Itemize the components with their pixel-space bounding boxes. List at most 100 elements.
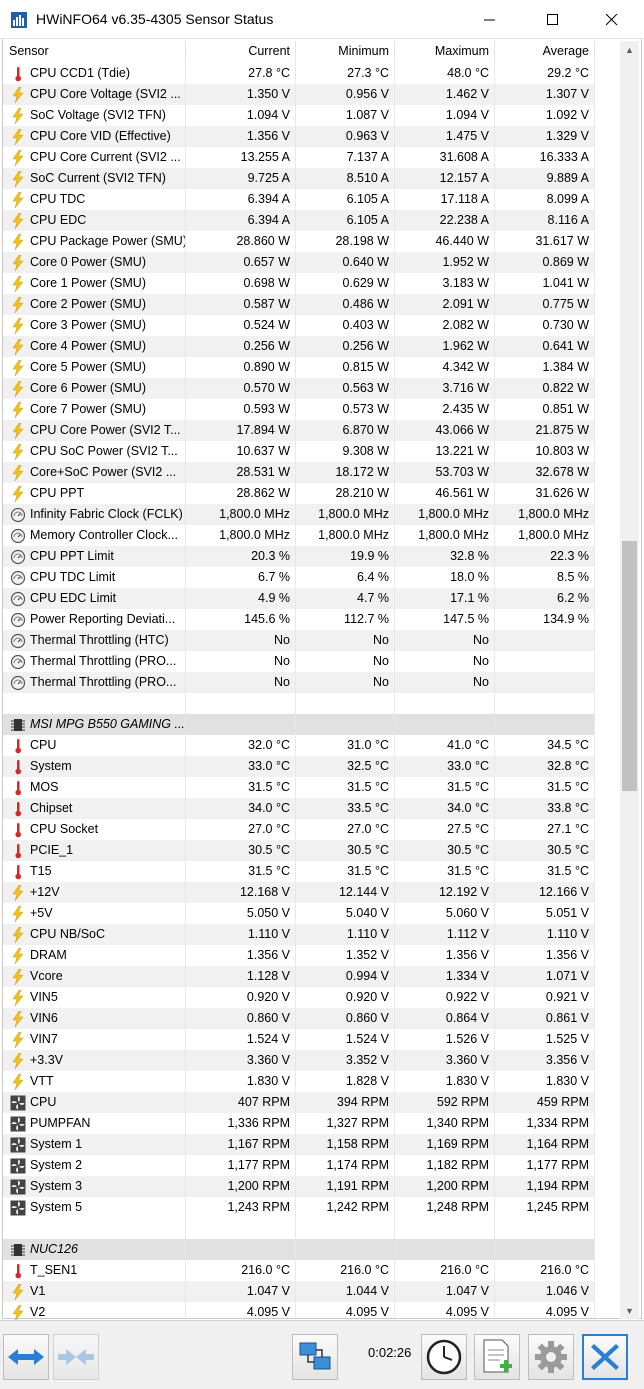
sensor-row[interactable]: PUMPFAN 1,336 RPM 1,327 RPM 1,340 RPM 1,334 … <box>3 1113 595 1134</box>
sensor-row[interactable]: CPU Core Current (SVI2 ... 13.255 A 7.137 … <box>3 147 595 168</box>
sensor-row[interactable]: T15 31.5 °C 31.5 °C 31.5 °C 31.5 °C <box>3 861 595 882</box>
sensor-name: CPU PPT Limit <box>3 546 186 567</box>
reset-timer-button[interactable] <box>421 1334 467 1380</box>
sensor-row[interactable]: Core 0 Power (SMU) 0.657 W 0.640 W 1.952 W0… <box>3 252 595 273</box>
close-button[interactable] <box>589 0 635 39</box>
column-header-sensor[interactable]: Sensor <box>3 41 186 62</box>
sensor-row[interactable]: System 1 1,167 RPM 1,158 RPM 1,169 RPM 1,164… <box>3 1134 595 1155</box>
sensor-row[interactable]: Chipset 34.0 °C 33.5 °C 34.0 °C 33.8 °C <box>3 798 595 819</box>
sensor-row[interactable]: +5V 5.050 V 5.040 V 5.060 V 5.051 V <box>3 903 595 924</box>
minimum-value: 0.573 W <box>296 399 395 420</box>
sensor-row[interactable]: Thermal Throttling (PRO... No No No <box>3 651 595 672</box>
sensor-row[interactable]: V1 1.047 V 1.044 V 1.047 V 1.046 V <box>3 1281 595 1302</box>
average-value: 1.307 V <box>495 84 595 105</box>
maximum-value: 1.462 V <box>395 84 495 105</box>
sensor-row[interactable]: SoC Current (SVI2 TFN) 9.725 A 8.510 A 12.1… <box>3 168 595 189</box>
sensor-row[interactable]: CPU Core Voltage (SVI2 ... 1.350 V 0.956 V… <box>3 84 595 105</box>
sensor-row[interactable]: CPU Socket 27.0 °C 27.0 °C 27.5 °C 27.1 °C <box>3 819 595 840</box>
scrollbar-thumb[interactable] <box>622 541 637 791</box>
sensor-label: VTT <box>30 1074 54 1088</box>
settings-button[interactable] <box>528 1334 574 1380</box>
sensor-row[interactable]: PCIE_1 30.5 °C 30.5 °C 30.5 °C 30.5 °C <box>3 840 595 861</box>
sensor-row[interactable]: Core 5 Power (SMU) 0.890 W 0.815 W 4.342 W1… <box>3 357 595 378</box>
sensor-row[interactable]: Core+SoC Power (SVI2 ... 28.531 W 18.172 W… <box>3 462 595 483</box>
sensor-row[interactable]: Vcore 1.128 V 0.994 V 1.334 V 1.071 V <box>3 966 595 987</box>
sensor-row[interactable]: DRAM 1.356 V 1.352 V 1.356 V 1.356 V <box>3 945 595 966</box>
current-value: 17.894 W <box>186 420 296 441</box>
sensor-row[interactable]: Thermal Throttling (PRO... No No No <box>3 672 595 693</box>
sensor-row[interactable]: Memory Controller Clock... 1,800.0 MHz 1,8… <box>3 525 595 546</box>
vertical-scrollbar[interactable]: ▲ ▼ <box>620 41 639 1319</box>
minimum-value: 31.5 °C <box>296 777 395 798</box>
sensor-row[interactable]: CPU Core Power (SVI2 T... 17.894 W 6.870 W… <box>3 420 595 441</box>
sensor-row[interactable]: T_SEN1 216.0 °C 216.0 °C 216.0 °C 216.0 °C <box>3 1260 595 1281</box>
fan-icon <box>10 1179 26 1195</box>
sensor-row[interactable]: VIN7 1.524 V 1.524 V 1.526 V 1.525 V <box>3 1029 595 1050</box>
maximum-value: 17.1 % <box>395 588 495 609</box>
gauge-clock-icon <box>10 654 26 670</box>
column-header-average[interactable]: Average <box>495 41 595 62</box>
sensor-label: Core 4 Power (SMU) <box>30 339 146 353</box>
minimum-value: 112.7 % <box>296 609 395 630</box>
sensor-row[interactable]: CPU EDC 6.394 A 6.105 A 22.238 A 8.116 A <box>3 210 595 231</box>
sensor-row[interactable]: Core 2 Power (SMU) 0.587 W 0.486 W 2.091 W0… <box>3 294 595 315</box>
minimize-button[interactable] <box>467 0 513 39</box>
sensor-row[interactable]: +3.3V 3.360 V 3.352 V 3.360 V 3.356 V <box>3 1050 595 1071</box>
sensor-row[interactable]: CPU 32.0 °C 31.0 °C 41.0 °C 34.5 °C <box>3 735 595 756</box>
average-value: 1.525 V <box>495 1029 595 1050</box>
average-value: 1,800.0 MHz <box>495 504 595 525</box>
sensor-row[interactable]: CPU SoC Power (SVI2 T... 10.637 W 9.308 W1… <box>3 441 595 462</box>
sensor-row[interactable]: System 3 1,200 RPM 1,191 RPM 1,200 RPM 1,194… <box>3 1176 595 1197</box>
close-sensors-button[interactable] <box>582 1334 628 1380</box>
sensor-row[interactable]: MOS 31.5 °C 31.5 °C 31.5 °C 31.5 °C <box>3 777 595 798</box>
gauge-clock-icon <box>10 633 26 649</box>
sensor-row[interactable]: System 33.0 °C 32.5 °C 33.0 °C 32.8 °C <box>3 756 595 777</box>
lightning-bolt-icon <box>12 990 24 1006</box>
sensor-row[interactable]: System 5 1,243 RPM 1,242 RPM 1,248 RPM 1,245… <box>3 1197 595 1218</box>
sensor-row[interactable]: CPU Package Power (SMU) 28.860 W 28.198 W4… <box>3 231 595 252</box>
sensor-row[interactable]: VIN6 0.860 V 0.860 V 0.864 V 0.861 V <box>3 1008 595 1029</box>
sensor-row[interactable]: System 2 1,177 RPM 1,174 RPM 1,182 RPM 1,177… <box>3 1155 595 1176</box>
sensor-name: CPU Core Current (SVI2 ... <box>3 147 186 168</box>
expand-collapse-left-button[interactable] <box>3 1334 49 1380</box>
maximum-value: 2.082 W <box>395 315 495 336</box>
sensor-row[interactable]: Core 4 Power (SMU) 0.256 W 0.256 W 1.962 W0… <box>3 336 595 357</box>
network-button[interactable] <box>292 1334 338 1380</box>
sensor-row[interactable]: SoC Voltage (SVI2 TFN) 1.094 V 1.087 V 1.09… <box>3 105 595 126</box>
sensor-row[interactable]: CPU PPT Limit 20.3 % 19.9 % 32.8 % 22.3 % <box>3 546 595 567</box>
sensor-row[interactable]: CPU NB/SoC 1.110 V 1.110 V 1.112 V 1.110 V <box>3 924 595 945</box>
scroll-down-arrow-icon[interactable]: ▼ <box>620 1302 639 1319</box>
start-logging-button[interactable] <box>474 1334 520 1380</box>
column-header-current[interactable]: Current <box>186 41 296 62</box>
sensor-row[interactable]: CPU EDC Limit 4.9 % 4.7 % 17.1 % 6.2 % <box>3 588 595 609</box>
sensor-row[interactable]: Core 3 Power (SMU) 0.524 W 0.403 W 2.082 W0… <box>3 315 595 336</box>
expand-collapse-right-button[interactable] <box>53 1334 99 1380</box>
sensor-row[interactable]: +12V 12.168 V 12.144 V 12.192 V 12.166 V <box>3 882 595 903</box>
scroll-up-arrow-icon[interactable]: ▲ <box>620 41 639 58</box>
current-value: 12.168 V <box>186 882 296 903</box>
sensor-row[interactable]: VTT 1.830 V 1.828 V 1.830 V 1.830 V <box>3 1071 595 1092</box>
sensor-row[interactable]: CPU PPT 28.862 W 28.210 W 46.561 W 31.626 W <box>3 483 595 504</box>
sensor-row[interactable]: CPU TDC 6.394 A 6.105 A 17.118 A 8.099 A <box>3 189 595 210</box>
column-header-minimum[interactable]: Minimum <box>296 41 395 62</box>
sensor-row[interactable]: Thermal Throttling (HTC) No No No <box>3 630 595 651</box>
sensor-row[interactable]: VIN5 0.920 V 0.920 V 0.922 V 0.921 V <box>3 987 595 1008</box>
current-value: No <box>186 651 296 672</box>
maximize-button[interactable] <box>530 0 576 39</box>
sensor-row[interactable]: CPU CCD1 (Tdie) 27.8 °C 27.3 °C 48.0 °C 29.2… <box>3 63 595 84</box>
sensor-row[interactable]: CPU 407 RPM 394 RPM 592 RPM 459 RPM <box>3 1092 595 1113</box>
sensor-row[interactable]: Core 6 Power (SMU) 0.570 W 0.563 W 3.716 W0… <box>3 378 595 399</box>
current-value: 13.255 A <box>186 147 296 168</box>
current-value: 30.5 °C <box>186 840 296 861</box>
sensor-row[interactable]: CPU TDC Limit 6.7 % 6.4 % 18.0 % 8.5 % <box>3 567 595 588</box>
sensor-row[interactable]: CPU Core VID (Effective) 1.356 V 0.963 V 1.… <box>3 126 595 147</box>
sensor-row[interactable]: Power Reporting Deviati... 145.6 % 112.7 %… <box>3 609 595 630</box>
sensor-row[interactable]: Core 7 Power (SMU) 0.593 W 0.573 W 2.435 W0… <box>3 399 595 420</box>
sensor-group-header[interactable]: MSI MPG B550 GAMING ... <box>3 714 595 735</box>
sensor-row[interactable]: Core 1 Power (SMU) 0.698 W 0.629 W 3.183 W1… <box>3 273 595 294</box>
column-header-maximum[interactable]: Maximum <box>395 41 495 62</box>
sensor-row[interactable]: Infinity Fabric Clock (FCLK) 1,800.0 MHz 1… <box>3 504 595 525</box>
current-value: 1.350 V <box>186 84 296 105</box>
empty-cell <box>3 1218 186 1239</box>
sensor-group-header[interactable]: NUC126 <box>3 1239 595 1260</box>
